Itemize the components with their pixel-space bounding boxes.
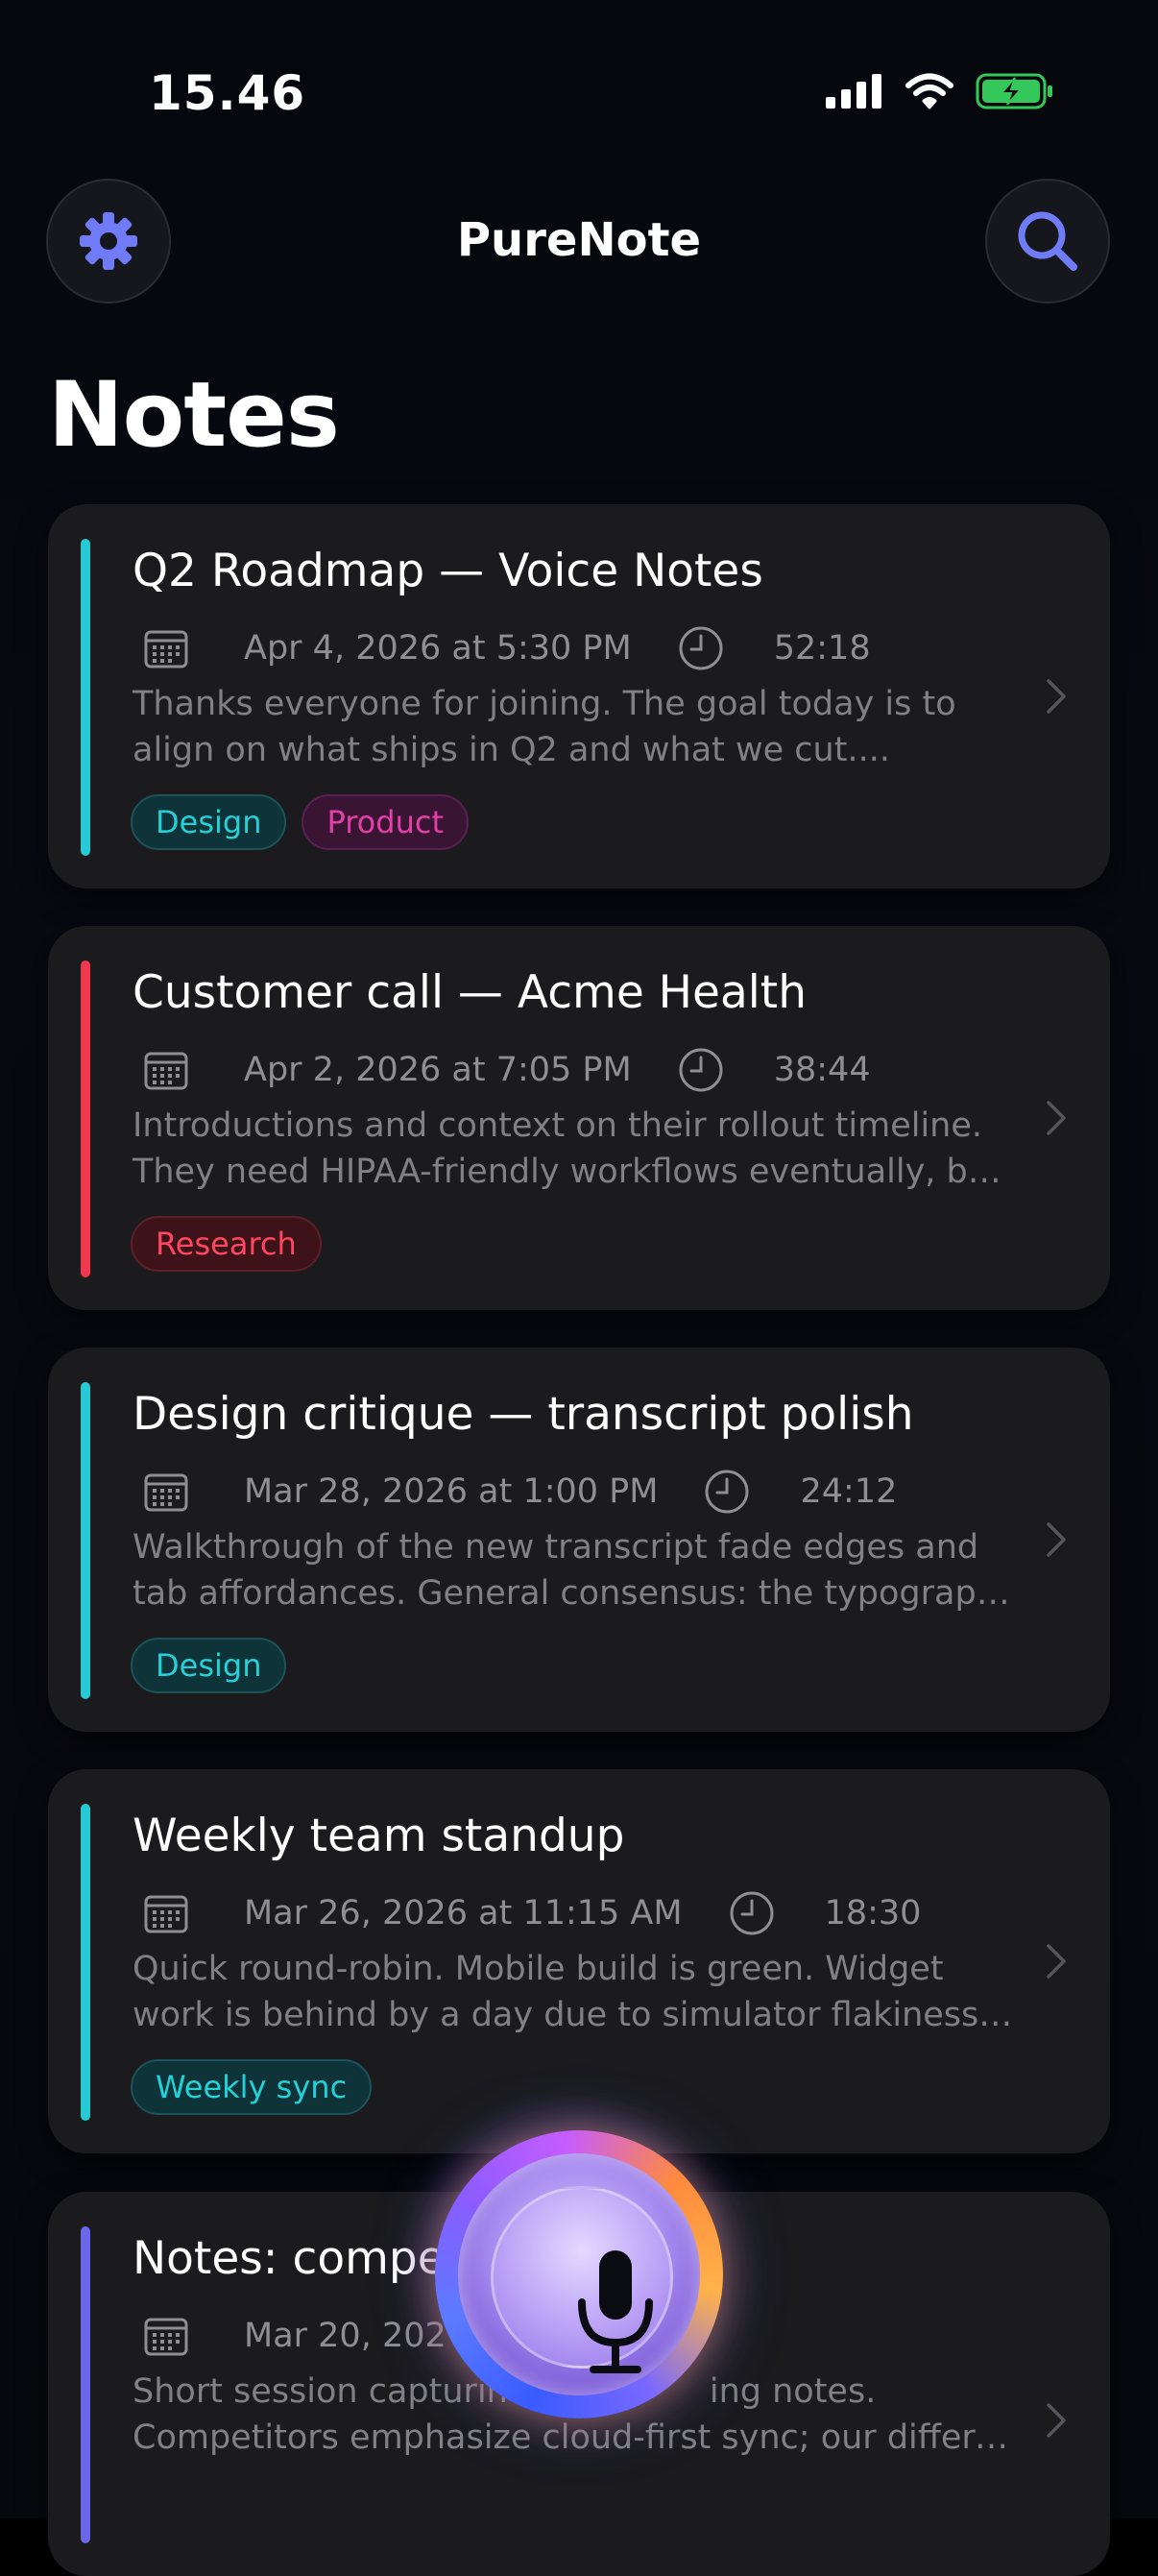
note-preview: Introductions and context on their rollo… — [133, 1103, 1016, 1195]
note-preview-line: align on what ships in Q2 and what we cu… — [133, 731, 890, 769]
tag-chip[interactable]: Research — [131, 1216, 322, 1272]
note-preview-line: Introductions and context on their rollo… — [133, 1106, 983, 1145]
chevron-right-icon — [1047, 1522, 1066, 1557]
note-tags: Research — [131, 1216, 322, 1272]
tag-chip[interactable]: Design — [131, 794, 287, 850]
tag-chip[interactable]: Design — [131, 1638, 287, 1693]
calendar-icon — [144, 1473, 188, 1512]
note-preview-line: Walkthrough of the new transcript fade e… — [133, 1528, 979, 1567]
chevron-right-icon — [1047, 679, 1066, 714]
note-preview-line: ing notes. — [709, 2372, 877, 2411]
record-button[interactable] — [435, 2130, 723, 2418]
note-preview-line: tab affordances. General consensus: the … — [133, 1574, 1016, 1613]
chevron-right-icon — [1047, 1944, 1066, 1979]
page-title: Notes — [48, 363, 340, 468]
note-title: Q2 Roadmap — Voice Notes — [133, 545, 763, 597]
note-title: Customer call — Acme Health — [133, 966, 808, 1019]
note-title: Weekly team standup — [133, 1810, 625, 1862]
clock-icon — [705, 1470, 749, 1514]
note-date: Mar 28, 2026 at 1:00 PM — [244, 1472, 659, 1511]
note-tags: Weekly sync — [131, 2059, 373, 2115]
battery-charging-icon — [976, 73, 1052, 109]
note-preview-line: Quick round-robin. Mobile build is green… — [133, 1950, 944, 1988]
note-meta: Mar 26, 2026 at 11:15 AM 18:30 — [144, 1884, 921, 1942]
tag-chip[interactable]: Product — [302, 794, 469, 850]
note-preview: Walkthrough of the new transcript fade e… — [133, 1524, 1016, 1616]
calendar-icon — [144, 2318, 188, 2356]
note-preview-line: They need HIPAA-friendly workflows event… — [133, 1153, 1016, 1191]
note-preview-line: Thanks everyone for joining. The goal to… — [133, 685, 956, 723]
tag-chip[interactable]: Weekly sync — [131, 2059, 373, 2115]
note-duration: 18:30 — [824, 1894, 922, 1932]
note-card[interactable]: Design critique — transcript polish Mar 2… — [48, 1348, 1110, 1732]
wifi-icon — [905, 73, 953, 109]
record-button-core — [491, 2186, 673, 2373]
note-tags: Design — [131, 1638, 287, 1693]
note-meta: Apr 4, 2026 at 5:30 PM 52:18 — [144, 620, 871, 677]
record-button-inner — [458, 2153, 700, 2395]
chevron-right-icon — [1047, 2403, 1066, 2438]
clock-icon — [679, 626, 723, 670]
note-card[interactable]: Customer call — Acme Health Apr 2, 2026 a… — [48, 926, 1110, 1310]
chevron-right-icon — [1047, 1101, 1066, 1135]
note-meta: Mar 28, 2026 at 1:00 PM 24:12 — [144, 1463, 897, 1520]
note-accent-bar — [81, 1382, 90, 1699]
note-tags: Design Product — [131, 794, 469, 850]
note-date: Apr 2, 2026 at 7:05 PM — [244, 1051, 632, 1089]
note-preview: Thanks everyone for joining. The goal to… — [133, 681, 1016, 773]
note-duration: 38:44 — [773, 1051, 871, 1089]
note-accent-bar — [81, 2226, 90, 2543]
note-accent-bar — [81, 960, 90, 1277]
calendar-icon — [144, 1052, 188, 1090]
search-button[interactable] — [985, 179, 1110, 304]
note-duration: 52:18 — [773, 629, 871, 668]
search-icon — [1018, 211, 1077, 271]
note-preview: Quick round-robin. Mobile build is green… — [133, 1946, 1016, 2038]
note-date: Mar 26, 2026 at 11:15 AM — [244, 1894, 683, 1932]
status-icons — [826, 73, 1054, 109]
clock-icon — [730, 1891, 774, 1935]
note-card[interactable]: Q2 Roadmap — Voice Notes Apr 4, 2026 at 5… — [48, 504, 1110, 888]
note-accent-bar — [81, 539, 90, 856]
clock-icon — [679, 1048, 723, 1092]
calendar-icon — [144, 630, 188, 668]
note-title: Design critique — transcript polish — [133, 1388, 914, 1441]
note-duration: 24:12 — [800, 1472, 898, 1511]
note-accent-bar — [81, 1804, 90, 2121]
calendar-icon — [144, 1895, 188, 1933]
microphone-icon — [578, 2250, 653, 2373]
cellular-signal-icon — [826, 74, 881, 109]
note-date: Apr 4, 2026 at 5:30 PM — [244, 629, 632, 668]
note-preview-line: work is behind by a day due to simulator… — [133, 1996, 1016, 2034]
status-time: 15.46 — [149, 65, 306, 121]
note-meta: Apr 2, 2026 at 7:05 PM 38:44 — [144, 1041, 871, 1099]
screen: 15.46 PureNote Notes Q2 Roadmap — Voice … — [0, 0, 1158, 2576]
